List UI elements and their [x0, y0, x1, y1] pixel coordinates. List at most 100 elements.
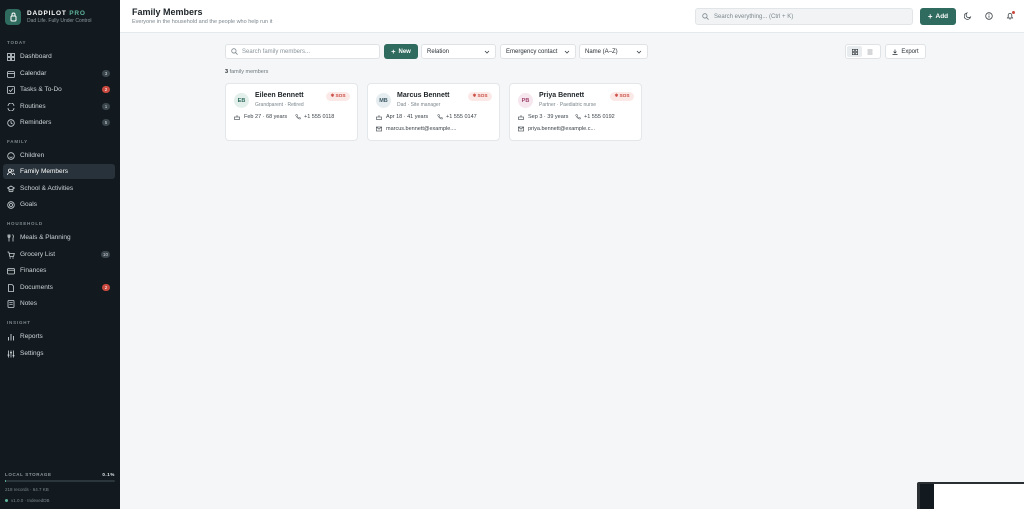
nav-section-insight: INSIGHT	[7, 320, 31, 325]
emergency-contact-select[interactable]: Emergency contact	[500, 44, 576, 59]
smile-icon	[7, 151, 15, 160]
member-role: Grandparent · Retired	[255, 102, 304, 108]
page-title: Family Members	[132, 7, 203, 17]
download-icon	[892, 49, 898, 55]
member-birthday: Feb 27 · 68 years	[234, 114, 287, 120]
notifications-button[interactable]	[1005, 11, 1015, 21]
nav-section-family: FAMILY	[7, 139, 28, 144]
storage-bar	[5, 480, 115, 482]
page-subtitle: Everyone in the household and the people…	[132, 19, 273, 25]
sort-select[interactable]: Name (A–Z)	[579, 44, 648, 59]
grid-icon	[851, 48, 858, 55]
member-email[interactable]: marcus.bennett@example....	[376, 126, 456, 132]
sidebar-item-label: Grocery List	[20, 251, 56, 258]
new-member-button[interactable]: + New	[384, 44, 418, 59]
sidebar-item-label: Settings	[20, 350, 44, 357]
screen-preview-thumbnail[interactable]	[917, 482, 1024, 509]
sidebar-item-label: Dashboard	[20, 53, 52, 60]
storage-panel: LOCAL STORAGE 0.1% 218 records · 64.7 KB…	[5, 472, 115, 503]
calendar-icon	[7, 70, 15, 78]
relation-select[interactable]: Relation	[421, 44, 496, 59]
thumbnail-sidebar	[920, 484, 934, 509]
search-icon	[231, 48, 238, 55]
note-icon	[7, 299, 15, 308]
sos-star-icon: ✱	[614, 94, 619, 99]
brand-name: DADPILOT PRO	[27, 10, 86, 17]
chevron-down-icon	[564, 50, 570, 54]
cake-icon	[234, 115, 240, 120]
sos-badge: ✱ SOS	[326, 92, 350, 101]
member-card-eileen[interactable]: EB Eileen Bennett Grandparent · Retired …	[225, 83, 358, 141]
grocery-badge: 10	[100, 251, 110, 258]
sidebar-item-calendar[interactable]: Calendar 3	[3, 66, 115, 81]
sidebar-item-documents[interactable]: Documents 2	[3, 280, 115, 295]
school-icon	[7, 185, 15, 192]
chevron-down-icon	[484, 50, 490, 54]
sidebar-item-family-members[interactable]: Family Members	[3, 164, 115, 179]
list-view-button[interactable]	[862, 46, 877, 57]
plus-icon: +	[927, 12, 933, 21]
tasks-badge: 2	[102, 86, 110, 93]
member-count: 3 family members	[225, 69, 269, 75]
sidebar-item-label: Tasks & To-Do	[20, 86, 62, 93]
users-icon	[7, 168, 15, 175]
info-button[interactable]	[984, 11, 994, 21]
storage-version: v1.0.0 · IndexedDB	[5, 498, 115, 503]
sidebar-item-reminders[interactable]: Reminders 5	[3, 115, 115, 130]
member-name: Priya Bennett	[539, 92, 585, 99]
member-card-priya[interactable]: PB Priya Bennett Partner · Paediatric nu…	[509, 83, 642, 141]
nav-section-household: HOUSEHOLD	[7, 221, 43, 226]
sidebar-item-routines[interactable]: Routines 1	[3, 99, 115, 114]
member-role: Dad · Site manager	[397, 102, 441, 108]
sidebar-item-children[interactable]: Children	[3, 148, 115, 163]
member-card-marcus[interactable]: MB Marcus Bennett Dad · Site manager ✱ SO…	[367, 83, 500, 141]
member-birthday: Sep 3 · 39 years	[518, 114, 568, 120]
sidebar-item-settings[interactable]: Settings	[3, 346, 115, 361]
search-icon	[702, 13, 709, 20]
sidebar-item-label: Children	[20, 152, 45, 159]
brand[interactable]: DADPILOT PRO Dad Life. Fully Under Contr…	[5, 9, 91, 25]
sidebar-item-finances[interactable]: Finances	[3, 263, 115, 278]
top-header: Family Members Everyone in the household…	[120, 0, 1024, 33]
sidebar-item-label: Meals & Planning	[20, 234, 71, 241]
sidebar-item-dashboard[interactable]: Dashboard	[3, 49, 115, 64]
sidebar-item-school[interactable]: School & Activities	[3, 181, 115, 196]
storage-percent: 0.1%	[102, 472, 115, 477]
export-button[interactable]: Export	[885, 44, 926, 59]
sidebar-item-tasks[interactable]: Tasks & To-Do 2	[3, 82, 115, 97]
mail-icon	[376, 126, 382, 132]
phone-icon	[295, 114, 301, 120]
member-phone: +1 555 0118	[295, 114, 334, 120]
wallet-icon	[7, 267, 15, 274]
global-search-input[interactable]: Search everything... (Ctrl + K)	[695, 8, 913, 25]
grid-view-button[interactable]	[847, 46, 862, 57]
sidebar-item-goals[interactable]: Goals	[3, 197, 115, 212]
storage-bar-fill	[5, 480, 7, 482]
sidebar-item-grocery[interactable]: Grocery List 10	[3, 247, 115, 262]
phone-icon	[575, 114, 581, 120]
view-toggle	[845, 44, 881, 59]
nav-section-today: TODAY	[7, 40, 27, 45]
cake-icon	[518, 115, 524, 120]
clock-icon	[7, 118, 15, 127]
reminders-badge: 5	[102, 119, 110, 126]
sidebar-item-label: Reminders	[20, 119, 52, 126]
file-icon	[8, 283, 14, 292]
sidebar-item-label: Documents	[20, 284, 53, 291]
member-search-input[interactable]: Search family members...	[225, 44, 380, 59]
sidebar-item-label: Family Members	[20, 168, 69, 175]
sos-badge: ✱ SOS	[610, 92, 634, 101]
sidebar-item-label: Reports	[20, 333, 43, 340]
plus-icon: +	[391, 47, 396, 56]
theme-toggle-button[interactable]	[963, 11, 973, 21]
sidebar-item-reports[interactable]: Reports	[3, 329, 115, 344]
add-button[interactable]: + Add	[920, 8, 956, 25]
cake-icon	[376, 115, 382, 120]
member-email[interactable]: priya.bennett@example.c...	[518, 126, 595, 132]
utensils-icon	[7, 233, 14, 241]
sidebar-item-notes[interactable]: Notes	[3, 296, 115, 311]
sos-badge: ✱ SOS	[468, 92, 492, 101]
documents-badge: 2	[102, 284, 110, 291]
target-icon	[7, 200, 15, 209]
sidebar-item-meals[interactable]: Meals & Planning	[3, 230, 115, 245]
